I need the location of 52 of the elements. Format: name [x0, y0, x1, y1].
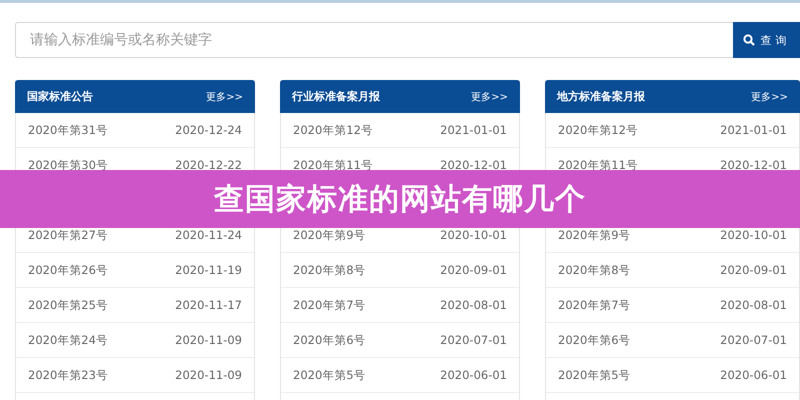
issue-link[interactable]: 2020年第5号: [293, 368, 366, 382]
issue-date: 2020-11-09: [175, 368, 242, 382]
issue-date: 2020-12-24: [175, 123, 242, 137]
issue-date: 2020-09-01: [440, 263, 507, 277]
panel-title: 行业标准备案月报: [292, 89, 380, 104]
issue-date: 2020-11-17: [175, 298, 242, 312]
issue-link[interactable]: 2020年第31号: [28, 122, 108, 138]
more-link[interactable]: 更多>>: [751, 90, 788, 104]
issue-date: 2020-12-22: [175, 158, 242, 172]
search-button[interactable]: 查询: [733, 22, 800, 58]
issue-link[interactable]: 2020年第9号: [558, 228, 631, 242]
issue-link[interactable]: 2020年第27号: [28, 228, 108, 242]
issue-link[interactable]: 2020年第7号: [293, 298, 366, 312]
issue-link[interactable]: 2020年第9号: [293, 228, 366, 242]
search-icon: [742, 34, 754, 46]
banner-title: 查国家标准的网站有哪几个: [214, 180, 586, 218]
issue-link[interactable]: 2020年第7号: [558, 298, 631, 312]
issue-link[interactable]: 2020年第23号: [28, 368, 108, 382]
search-field[interactable]: 请输入标准编号或名称关键字: [15, 22, 733, 58]
issue-date: 2020-08-01: [720, 298, 787, 312]
issue-link[interactable]: 2020年第5号: [558, 368, 631, 382]
issue-date: 2021-01-01: [440, 123, 507, 137]
issue-date: 2020-06-01: [720, 368, 787, 382]
issue-link[interactable]: 2020年第11号: [558, 158, 638, 172]
issue-link[interactable]: 2020年第24号: [28, 332, 108, 348]
issue-link[interactable]: 2020年第25号: [28, 298, 108, 312]
issue-link[interactable]: 2020年第8号: [293, 262, 366, 278]
issue-link[interactable]: 2020年第12号: [558, 122, 638, 138]
issue-date: 2020-12-01: [720, 158, 787, 172]
issue-date: 2020-09-01: [720, 263, 787, 277]
issue-date: 2020-08-01: [440, 298, 507, 312]
issue-link[interactable]: 2020年第6号: [558, 332, 631, 348]
issue-link[interactable]: 2020年第11号: [293, 158, 373, 172]
more-link[interactable]: 更多>>: [206, 90, 243, 104]
more-link[interactable]: 更多>>: [471, 90, 508, 104]
issue-link[interactable]: 2020年第8号: [558, 262, 631, 278]
issue-link[interactable]: 2020年第30号: [28, 158, 108, 172]
issue-date: 2020-11-09: [175, 333, 242, 347]
issue-link[interactable]: 2020年第6号: [293, 332, 366, 348]
issue-link[interactable]: 2020年第12号: [293, 122, 373, 138]
panel-title: 地方标准备案月报: [557, 89, 645, 104]
issue-date: 2020-11-19: [175, 263, 242, 277]
issue-date: 2020-12-01: [440, 158, 507, 172]
issue-date: 2020-07-01: [720, 333, 787, 347]
issue-link[interactable]: 2020年第26号: [28, 262, 108, 278]
issue-date: 2020-10-01: [720, 228, 787, 242]
issue-date: 2020-11-24: [175, 228, 242, 242]
panel-title: 国家标准公告: [27, 89, 93, 104]
issue-date: 2020-10-01: [440, 228, 507, 242]
issue-date: 2020-07-01: [440, 333, 507, 347]
issue-date: 2020-06-01: [440, 368, 507, 382]
issue-date: 2021-01-01: [720, 123, 787, 137]
